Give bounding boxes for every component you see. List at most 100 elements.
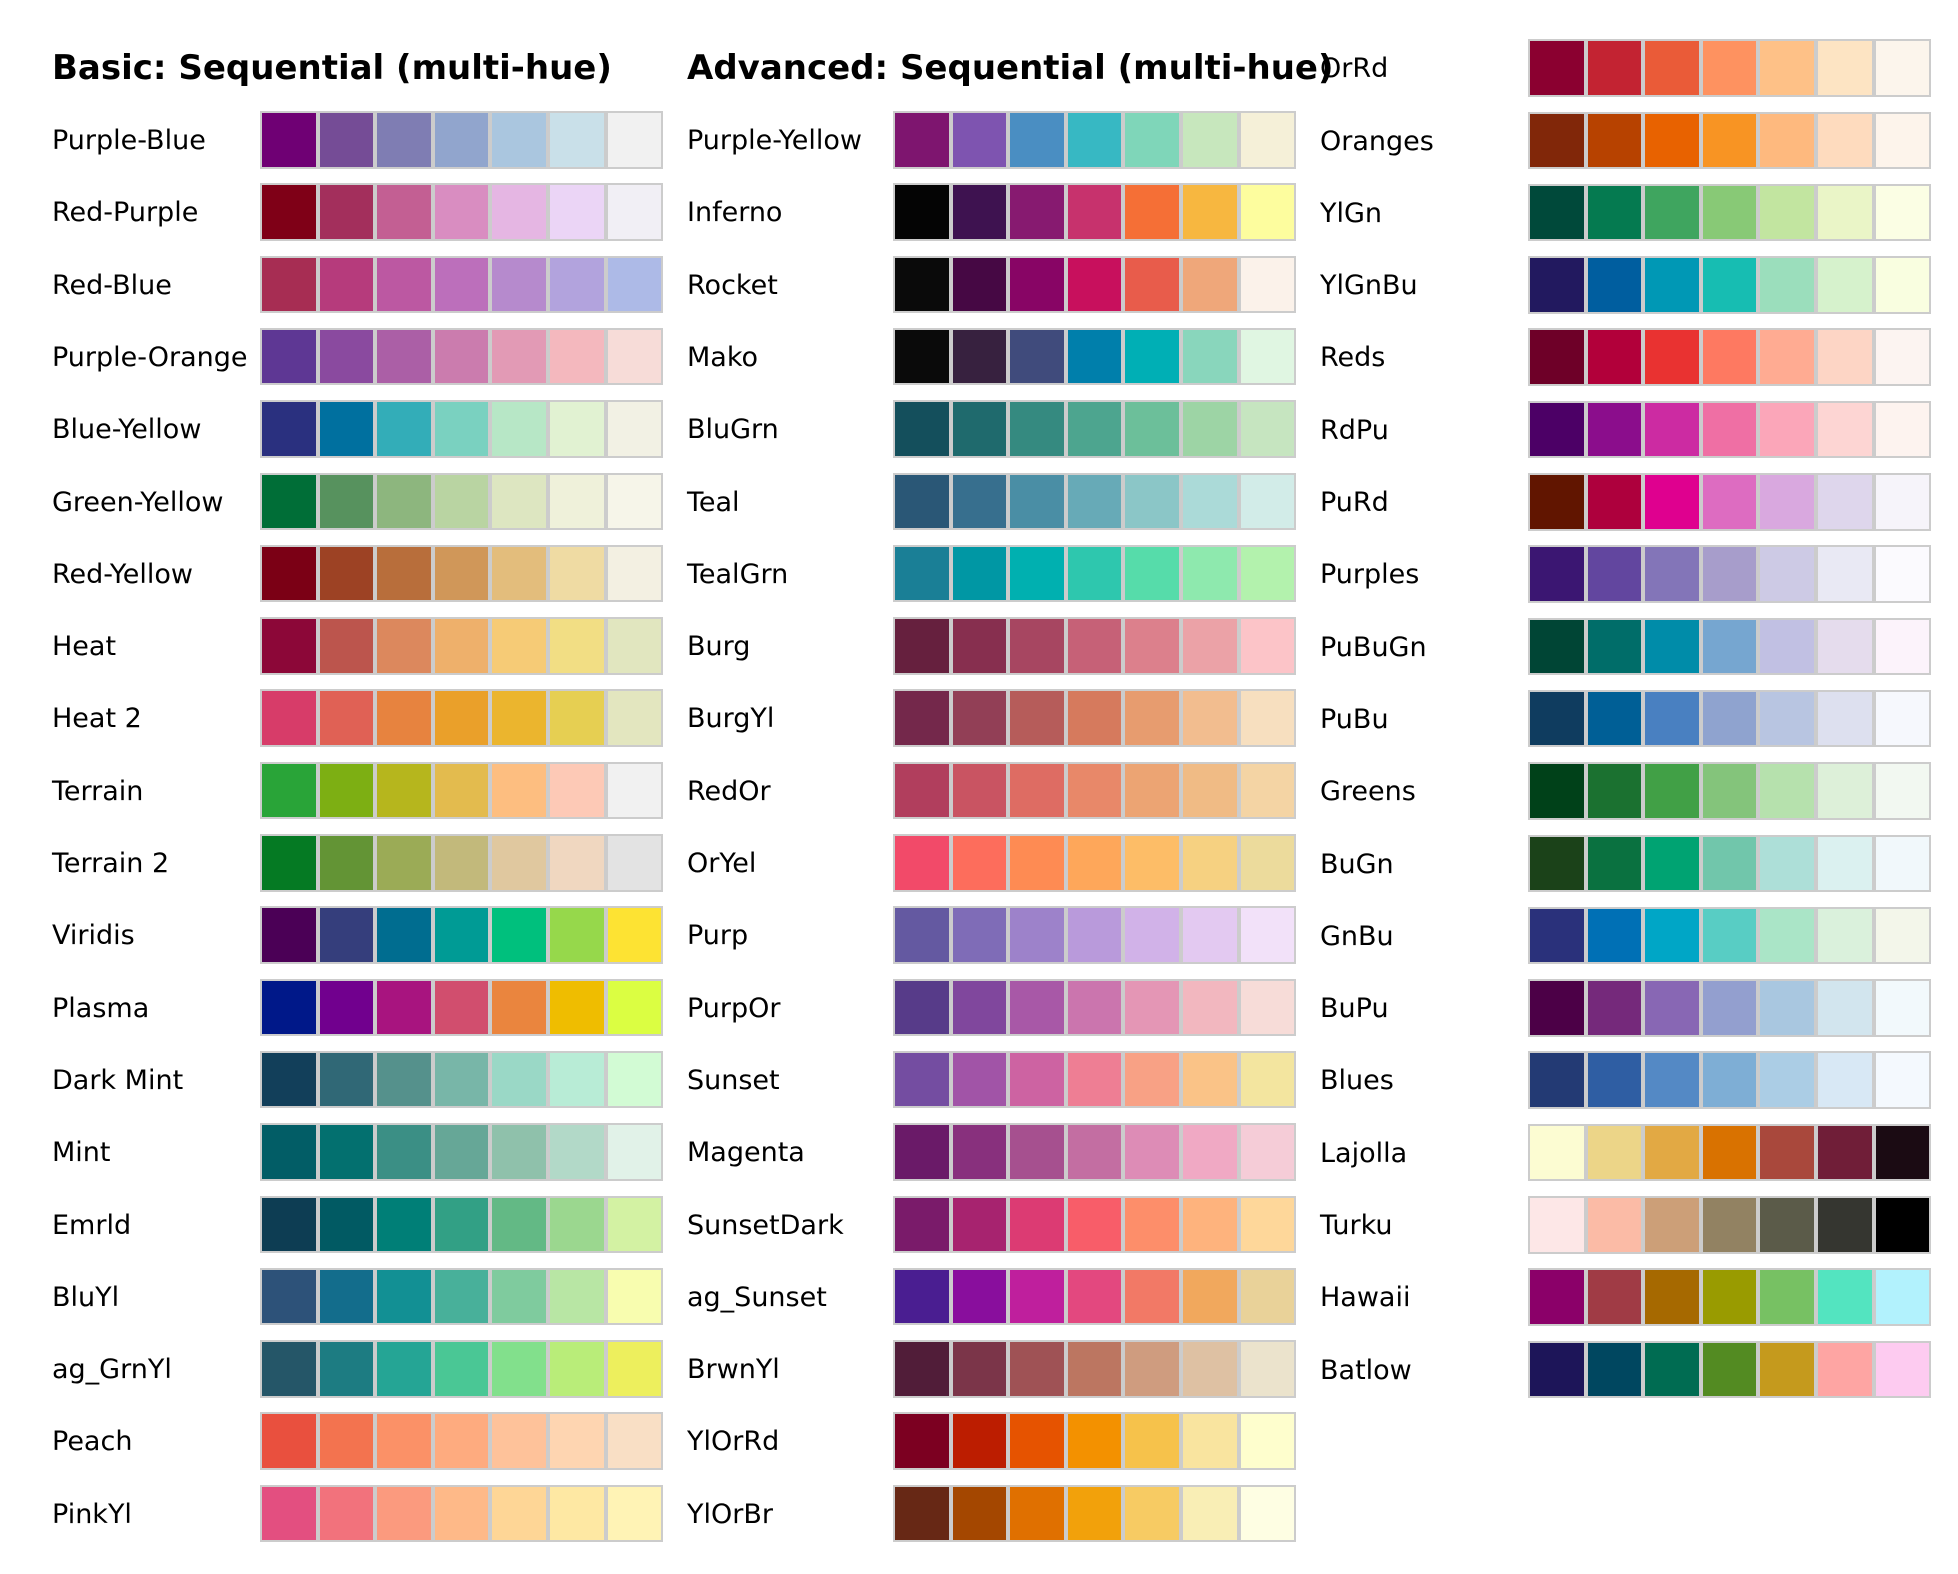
color-swatch-7 [1238, 327, 1297, 386]
color-swatch-1 [893, 689, 951, 747]
color-swatch-6 [1180, 183, 1239, 241]
color-swatch-5 [1123, 111, 1181, 169]
color-swatch-3 [1643, 473, 1701, 531]
color-swatch-1 [260, 327, 318, 386]
palette-name: PurpOr [687, 992, 781, 1024]
color-swatch-5 [1758, 400, 1816, 459]
color-swatch-2 [1585, 400, 1644, 459]
color-swatch-7 [1873, 111, 1932, 170]
color-swatch-2 [950, 617, 1009, 675]
color-swatch-3 [375, 617, 433, 675]
color-swatch-6 [547, 1484, 606, 1543]
color-swatch-2 [1585, 1196, 1644, 1254]
color-swatch-2 [950, 978, 1009, 1037]
color-swatch-3 [1008, 1412, 1066, 1470]
color-swatch-3 [1643, 545, 1701, 603]
color-swatch-4 [1700, 1051, 1759, 1109]
color-swatch-6 [547, 111, 606, 169]
color-swatch-3 [1008, 1123, 1066, 1181]
color-swatch-3 [375, 834, 433, 892]
color-swatch-7 [1873, 256, 1932, 314]
color-swatch-4 [1700, 183, 1759, 242]
color-swatch-6 [1180, 327, 1239, 386]
palette-swatches [1528, 545, 1932, 605]
color-swatch-5 [1758, 689, 1816, 748]
palette-swatches [260, 617, 664, 677]
color-swatch-7 [605, 255, 664, 314]
color-swatch-1 [1528, 328, 1586, 386]
color-swatch-4 [432, 761, 491, 820]
color-swatch-7 [605, 1050, 664, 1109]
palette-swatches [893, 689, 1297, 749]
color-swatch-5 [490, 400, 548, 458]
palette-name: ag_Sunset [687, 1281, 827, 1313]
palette-row-blugrn: BluGrn [687, 400, 1299, 460]
color-swatch-5 [1123, 183, 1181, 241]
color-swatch-6 [1815, 1268, 1874, 1326]
color-swatch-7 [605, 1484, 664, 1543]
color-swatch-7 [605, 400, 664, 458]
palette-swatches [893, 1123, 1297, 1183]
color-swatch-6 [1180, 1340, 1239, 1398]
color-swatch-1 [260, 255, 318, 314]
palette-swatches [260, 1484, 664, 1545]
palette-row-purple-yellow: Purple-Yellow [687, 111, 1299, 171]
color-swatch-6 [547, 1195, 606, 1254]
palette-row-purp: Purp [687, 906, 1299, 966]
color-swatch-3 [1008, 183, 1066, 241]
color-swatch-1 [893, 327, 951, 386]
color-swatch-1 [1528, 1123, 1586, 1182]
color-swatch-7 [1873, 39, 1932, 97]
color-swatch-4 [432, 978, 491, 1037]
color-swatch-4 [432, 1050, 491, 1109]
color-swatch-1 [1528, 39, 1586, 97]
color-swatch-6 [547, 761, 606, 820]
color-swatch-7 [1873, 183, 1932, 242]
palette-row-turku: Turku [1320, 1196, 1934, 1256]
palette-row-heat-2: Heat 2 [52, 689, 666, 749]
palette-row-purd: PuRd [1320, 473, 1934, 533]
color-swatch-3 [1008, 1050, 1066, 1109]
color-swatch-5 [490, 472, 548, 531]
color-swatch-1 [1528, 1051, 1586, 1109]
palette-swatches [893, 255, 1297, 316]
color-swatch-4 [1700, 617, 1759, 676]
color-swatch-2 [950, 1340, 1009, 1398]
palette-swatches [893, 472, 1297, 533]
color-swatch-5 [490, 1340, 548, 1398]
color-swatch-7 [1873, 1196, 1932, 1254]
color-swatch-2 [1585, 762, 1644, 820]
palette-name: Heat [52, 631, 117, 663]
palette-name: Viridis [52, 920, 135, 952]
palette-swatches [260, 1412, 664, 1472]
color-swatch-7 [1238, 978, 1297, 1037]
color-swatch-2 [1585, 1340, 1644, 1399]
color-swatch-4 [1700, 256, 1759, 314]
color-swatch-3 [1008, 978, 1066, 1037]
color-swatch-7 [605, 1267, 664, 1326]
palette-swatches [893, 617, 1297, 677]
color-swatch-5 [490, 1195, 548, 1254]
color-swatch-5 [1758, 111, 1816, 170]
color-swatch-2 [317, 1340, 376, 1398]
palette-name: SunsetDark [687, 1209, 844, 1241]
color-swatch-5 [490, 1123, 548, 1181]
color-swatch-2 [950, 400, 1009, 458]
color-swatch-3 [375, 1412, 433, 1470]
color-swatch-2 [950, 1267, 1009, 1326]
palette-name: Peach [52, 1426, 133, 1458]
palette-name: RdPu [1320, 414, 1389, 446]
palette-name: Purples [1320, 559, 1420, 591]
color-swatch-5 [1123, 1340, 1181, 1398]
color-swatch-7 [605, 617, 664, 675]
color-swatch-5 [1123, 978, 1181, 1037]
color-swatch-2 [317, 111, 376, 169]
color-swatch-6 [1815, 545, 1874, 603]
color-swatch-5 [1123, 1123, 1181, 1181]
palette-row-mako: Mako [687, 327, 1299, 388]
color-swatch-3 [375, 906, 433, 964]
color-swatch-2 [950, 834, 1009, 892]
color-swatch-2 [317, 255, 376, 314]
palette-row-greens: Greens [1320, 762, 1934, 822]
palette-row-red-yellow: Red-Yellow [52, 544, 666, 605]
